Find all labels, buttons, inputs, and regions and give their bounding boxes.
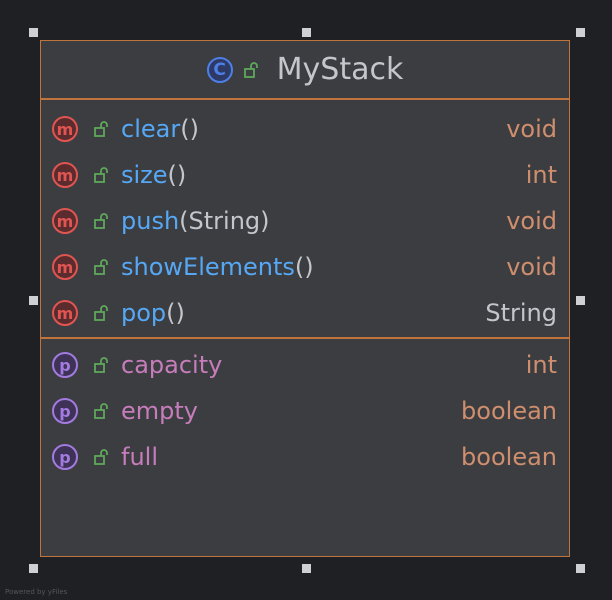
return-type: void	[506, 207, 557, 235]
resize-handle-top-left[interactable]	[29, 28, 38, 37]
open-lock-icon	[94, 403, 108, 419]
property-name: capacity	[121, 351, 223, 379]
open-lock-icon	[94, 259, 108, 275]
method-icon: m	[52, 254, 78, 280]
method-icon: m	[52, 300, 78, 326]
method-icon: m	[52, 116, 78, 142]
class-name: MyStack	[276, 52, 404, 87]
return-type: void	[506, 115, 557, 143]
method-icon: m	[52, 162, 78, 188]
open-lock-icon	[94, 167, 108, 183]
method-row[interactable]: m clear() void	[41, 106, 569, 152]
resize-handle-middle-left[interactable]	[29, 296, 38, 305]
class-node[interactable]: C MyStack m clear() void m size() int m push…	[40, 40, 570, 557]
property-row[interactable]: p capacity int	[41, 342, 569, 388]
method-name: size	[121, 161, 168, 189]
class-icon: C	[206, 56, 233, 83]
open-lock-icon	[94, 121, 108, 137]
open-lock-icon	[94, 357, 108, 373]
method-params: (String)	[179, 207, 270, 235]
method-params: ()	[166, 299, 185, 327]
method-icon: m	[52, 208, 78, 234]
properties-section: p capacity int p empty boolean p full boolean	[41, 339, 569, 480]
open-lock-icon	[243, 61, 258, 78]
method-name: pop	[121, 299, 167, 327]
return-type: int	[525, 161, 557, 189]
property-type: boolean	[461, 443, 557, 471]
open-lock-icon	[94, 213, 108, 229]
method-params: ()	[180, 115, 199, 143]
method-row[interactable]: m showElements() void	[41, 244, 569, 290]
watermark: Powered by yFiles	[5, 588, 68, 596]
resize-handle-top-center[interactable]	[302, 28, 311, 37]
method-row[interactable]: m pop() String	[41, 290, 569, 336]
open-lock-icon	[94, 305, 108, 321]
return-type: void	[506, 253, 557, 281]
open-lock-icon	[94, 449, 108, 465]
property-type: int	[525, 351, 557, 379]
diagram-canvas: C MyStack m clear() void m size() int m push…	[0, 0, 612, 600]
property-icon: p	[52, 398, 78, 424]
return-type: String	[485, 299, 557, 327]
resize-handle-top-right[interactable]	[576, 28, 585, 37]
method-name: push	[121, 207, 180, 235]
resize-handle-bottom-right[interactable]	[576, 564, 585, 573]
methods-section: m clear() void m size() int m push (String) vo…	[41, 100, 569, 339]
property-icon: p	[52, 444, 78, 470]
method-name: clear	[121, 115, 181, 143]
property-row[interactable]: p empty boolean	[41, 388, 569, 434]
property-name: full	[121, 443, 158, 471]
method-params: ()	[294, 253, 314, 281]
resize-handle-middle-right[interactable]	[576, 296, 585, 305]
property-icon: p	[52, 352, 78, 378]
property-name: empty	[121, 397, 198, 425]
property-type: boolean	[461, 397, 557, 425]
resize-handle-bottom-center[interactable]	[302, 564, 311, 573]
method-row[interactable]: m push (String) void	[41, 198, 569, 244]
property-row[interactable]: p full boolean	[41, 434, 569, 480]
resize-handle-bottom-left[interactable]	[29, 564, 38, 573]
method-name: showElements	[121, 253, 295, 281]
method-params: ()	[167, 161, 187, 189]
class-header: C MyStack	[41, 41, 569, 100]
method-row[interactable]: m size() int	[41, 152, 569, 198]
